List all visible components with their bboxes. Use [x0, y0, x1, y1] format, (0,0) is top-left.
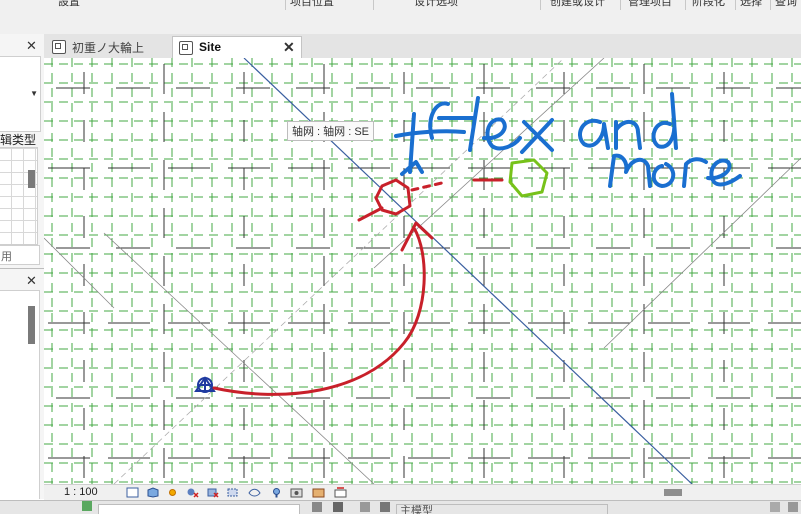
editable-icon[interactable]	[312, 502, 322, 512]
ribbon-item-manage-project[interactable]: 管理项目	[628, 0, 672, 9]
ribbon-item-project-location[interactable]: 项目位置	[290, 0, 334, 9]
tab-section-view[interactable]: 初重ノ大輪上	[46, 36, 150, 58]
ribbon-bar: 設置 项目位置 设计选项 创建或设计 管理项目 阶段化 选择 查询	[0, 0, 801, 35]
close-icon[interactable]: ✕	[26, 38, 37, 54]
close-icon[interactable]: ✕	[283, 39, 295, 56]
sheet-icon[interactable]	[126, 487, 139, 498]
scrollbar-thumb[interactable]	[28, 170, 35, 188]
design-options-icon[interactable]	[360, 502, 370, 512]
ribbon-separator	[685, 0, 686, 10]
ink-letter-o	[651, 162, 676, 188]
view-tabs: 初重ノ大輪上 Site ✕	[44, 34, 801, 59]
view-icon	[179, 41, 193, 55]
ink-letter-x	[520, 118, 554, 154]
edit-type-label[interactable]: 辑类型	[0, 131, 36, 148]
chevron-down-icon[interactable]: ▼	[30, 89, 38, 98]
red-ink-annotation	[212, 178, 504, 396]
ink-letter-r	[682, 157, 708, 188]
ribbon-separator	[540, 0, 541, 10]
apply-button[interactable]: 用	[0, 245, 40, 265]
ribbon-item-create-design[interactable]: 创建或设计	[550, 0, 605, 9]
horizontal-scrollbar-thumb[interactable]	[664, 489, 682, 496]
view-scale[interactable]: 1 : 100	[64, 486, 98, 498]
ribbon-item-inquiry[interactable]: 查询	[775, 0, 797, 9]
panel-divider	[0, 268, 44, 269]
status-bar: 主模型	[0, 500, 801, 514]
close-icon[interactable]: ✕	[26, 273, 37, 289]
red-dashed-link	[410, 180, 448, 192]
properties-panel: ✕ ▼ 辑类型 用 ✕	[0, 34, 45, 499]
ink-letter-n	[614, 120, 642, 150]
ribbon-separator	[285, 0, 286, 10]
shadow-icon[interactable]	[186, 487, 199, 498]
ribbon-item-setup[interactable]: 設置	[58, 0, 80, 9]
select-pinned-icon[interactable]	[788, 502, 798, 512]
ribbon-separator	[770, 0, 771, 10]
type-selector[interactable]: ▼	[0, 56, 41, 132]
cube-icon[interactable]	[146, 487, 159, 498]
lightbulb-icon[interactable]	[270, 487, 283, 498]
apply-label: 用	[1, 251, 12, 263]
filter-icon[interactable]	[333, 502, 343, 512]
scrollbar-thumb[interactable]	[28, 306, 35, 344]
ink-letter-a	[578, 118, 610, 150]
view-icon	[52, 40, 66, 54]
grid-line-diagonal	[103, 232, 375, 484]
select-links-icon[interactable]	[770, 502, 780, 512]
ribbon-item-design-options[interactable]: 设计选项	[414, 0, 458, 9]
ink-letter-l	[468, 96, 480, 152]
tab-label: Site	[199, 40, 222, 54]
ribbon-separator	[735, 0, 736, 10]
ribbon-item-selection[interactable]: 选择	[740, 0, 762, 9]
tab-label: 初重ノ大輪上	[72, 41, 145, 55]
handwritten-annotation	[394, 92, 742, 188]
tab-site[interactable]: Site ✕	[172, 36, 302, 58]
properties-grid[interactable]	[0, 147, 38, 245]
element-tooltip: 轴网 : 轴网 : SE	[287, 121, 375, 141]
ribbon-item-phasing[interactable]: 阶段化	[692, 0, 725, 9]
grid-lines-green	[44, 58, 801, 484]
survey-point-icon	[194, 376, 216, 393]
ink-letter-e	[482, 117, 522, 151]
reveal-icon[interactable]	[226, 487, 239, 498]
temp-hide-icon[interactable]	[248, 487, 261, 498]
view-control-bar: 1 : 100	[44, 484, 801, 501]
analysis-icon[interactable]	[312, 487, 325, 498]
crop-icon[interactable]	[206, 487, 219, 498]
sun-icon[interactable]	[166, 487, 179, 498]
constraint-icon[interactable]	[334, 487, 347, 498]
site-plan-drawing	[44, 58, 801, 484]
diagonal-grid-lines	[44, 58, 801, 484]
grid-line-diagonal	[603, 157, 801, 349]
blue-arrow	[400, 112, 424, 176]
red-stroke	[357, 206, 384, 222]
exclude-options-icon[interactable]	[380, 502, 390, 512]
drawing-canvas[interactable]: 轴网 : 轴网 : SE	[44, 58, 801, 484]
render-icon[interactable]	[290, 487, 303, 498]
workset-icon[interactable]	[82, 501, 92, 511]
ribbon-separator	[620, 0, 621, 10]
ribbon-separator	[373, 0, 374, 10]
